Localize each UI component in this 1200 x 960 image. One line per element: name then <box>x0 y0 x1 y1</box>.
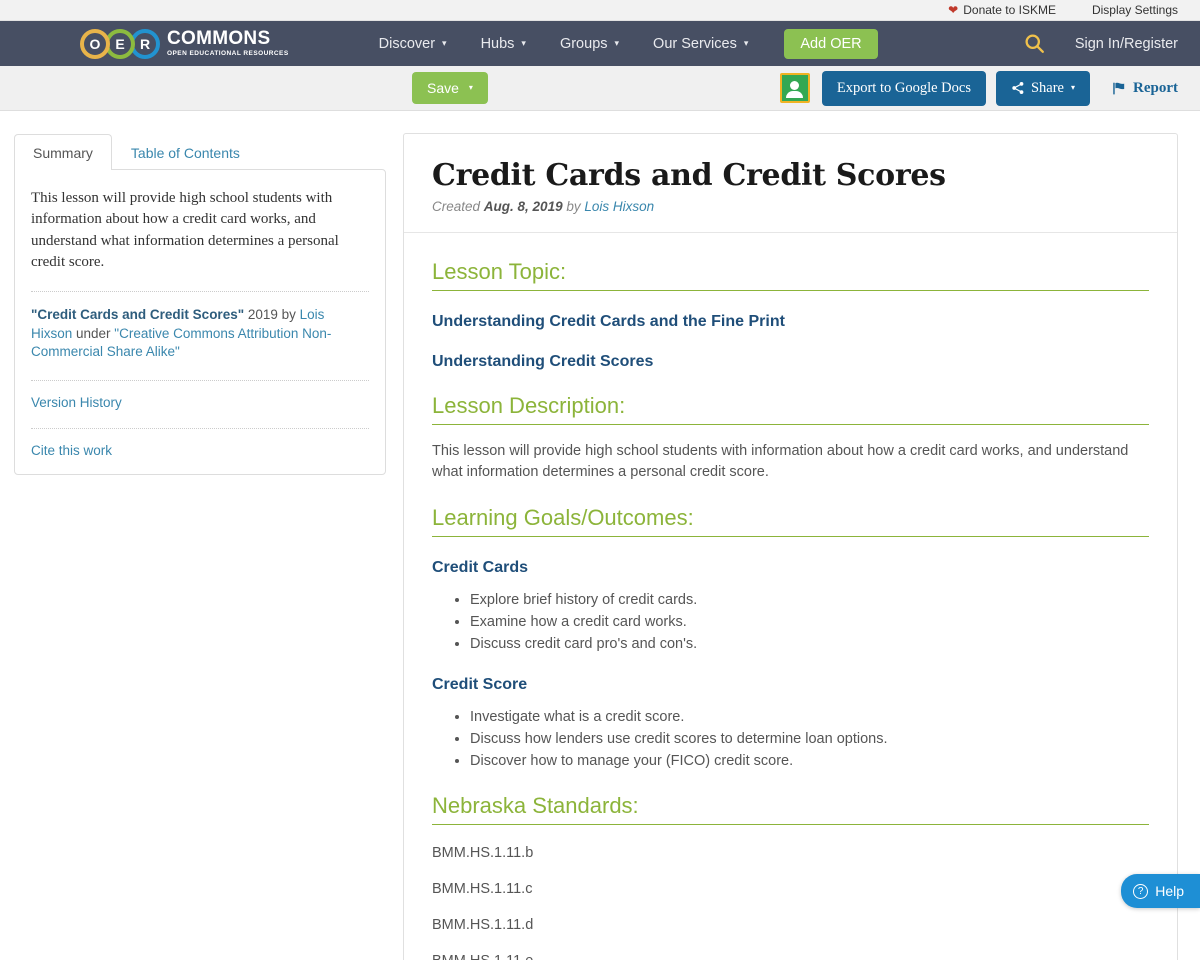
question-mark-icon: ? <box>1133 883 1149 899</box>
list-item: Discuss how lenders use credit scores to… <box>470 729 1149 749</box>
document-header: Credit Cards and Credit Scores Created A… <box>404 134 1177 233</box>
brand-tagline: OPEN EDUCATIONAL RESOURCES <box>167 50 289 58</box>
chevron-down-icon: ▾ <box>521 38 526 48</box>
nav-item-groups[interactable]: Groups ▾ <box>560 36 619 52</box>
brand-text: COMMONS OPEN EDUCATIONAL RESOURCES <box>167 29 289 58</box>
classroom-base-glyph <box>788 95 802 97</box>
list-item: Explore brief history of credit cards. <box>470 590 1149 610</box>
nav-label-groups: Groups <box>559 35 608 52</box>
subheading-understanding-credit-cards: Understanding Credit Cards and the Fine … <box>432 313 785 330</box>
tab-summary[interactable]: Summary <box>14 134 112 170</box>
lesson-description-paragraph: This lesson will provide high school stu… <box>432 443 1129 481</box>
attribution-title: "Credit Cards and Credit Scores" <box>31 307 245 323</box>
document-card: Credit Cards and Credit Scores Created A… <box>403 133 1178 960</box>
help-label: Help <box>1155 883 1184 899</box>
share-icon <box>1011 81 1025 95</box>
heart-icon: ❤ <box>948 3 959 17</box>
standard-item: BMM.HS.1.11.c <box>432 881 533 898</box>
save-button[interactable]: Save ▾ <box>412 72 488 104</box>
oer-commons-logo[interactable]: O E R COMMONS OPEN EDUCATIONAL RESOURCES <box>80 28 289 59</box>
nav-label-discover: Discover <box>378 35 436 52</box>
list-item: Discover how to manage your (FICO) credi… <box>470 751 1149 771</box>
google-classroom-icon[interactable] <box>779 73 810 103</box>
section-heading-lesson-topic: Lesson Topic: <box>432 259 1149 291</box>
sidebar: Summary Table of Contents This lesson wi… <box>14 133 386 476</box>
document-author-link[interactable]: Lois Hixson <box>584 199 654 214</box>
main-navbar: O E R COMMONS OPEN EDUCATIONAL RESOURCES… <box>0 21 1200 66</box>
export-to-google-docs-button[interactable]: Export to Google Docs <box>821 70 986 106</box>
donate-label: Donate to ISKME <box>963 3 1056 17</box>
report-link[interactable]: Report <box>1112 80 1178 97</box>
subheading-credit-cards: Credit Cards <box>432 559 529 577</box>
page-title: Credit Cards and Credit Scores <box>432 158 946 193</box>
list-item: Examine how a credit card works. <box>470 612 1149 632</box>
search-icon[interactable] <box>1024 33 1045 54</box>
cite-this-work-link[interactable]: Cite this work <box>31 443 369 458</box>
list-item: Discuss credit card pro's and con's. <box>470 634 1149 654</box>
flag-icon <box>1112 81 1127 96</box>
nav-item-our-services[interactable]: Our Services ▾ <box>653 36 748 52</box>
summary-description: This lesson will provide high school stu… <box>31 190 339 270</box>
chevron-down-icon: ▾ <box>442 38 447 48</box>
section-heading-nebraska-standards: Nebraska Standards: <box>432 793 1149 826</box>
display-settings-link[interactable]: Display Settings <box>1092 3 1178 17</box>
chevron-down-icon: ▾ <box>468 83 473 92</box>
by-label: by <box>566 199 581 214</box>
attribution-year: 2019 by <box>244 307 300 323</box>
nav-label-hubs: Hubs <box>480 35 515 52</box>
sign-in-register-link[interactable]: Sign In/Register <box>1075 36 1178 52</box>
donate-to-iskme-link[interactable]: ❤ Donate to ISKME <box>948 3 1056 17</box>
logo-letter-o: O <box>80 28 110 59</box>
action-bar-right: Export to Google Docs Share ▾ Report <box>779 70 1178 106</box>
chevron-down-icon: ▾ <box>1070 83 1075 92</box>
standard-item: BMM.HS.1.11.b <box>432 845 534 862</box>
utility-bar: ❤ Donate to ISKME Display Settings <box>0 0 1200 21</box>
brand-name: COMMONS <box>167 28 271 50</box>
navbar-right: Sign In/Register <box>1024 33 1178 54</box>
standard-item: BMM.HS.1.11.d <box>432 917 534 934</box>
logo-circles: O E R <box>80 28 160 59</box>
action-bar: Save ▾ Export to Google Docs Share ▾ Rep… <box>0 66 1200 111</box>
share-button[interactable]: Share ▾ <box>995 70 1090 106</box>
subheading-credit-score: Credit Score <box>432 676 528 694</box>
divider <box>31 428 369 430</box>
add-oer-button[interactable]: Add OER <box>784 28 878 59</box>
sidebar-tabs: Summary Table of Contents <box>14 133 386 170</box>
credit-cards-goal-list: Explore brief history of credit cards. E… <box>432 590 1149 654</box>
summary-panel: This lesson will provide high school stu… <box>14 169 386 476</box>
standard-item: BMM.HS.1.11.e <box>432 953 1149 960</box>
attribution-under: under <box>72 325 115 341</box>
tab-table-of-contents[interactable]: Table of Contents <box>112 134 259 170</box>
divider <box>31 291 369 293</box>
nav-label-our-services: Our Services <box>653 35 737 52</box>
help-button[interactable]: ? Help <box>1121 874 1200 908</box>
attribution-block: "Credit Cards and Credit Scores" 2019 by… <box>31 306 369 362</box>
document-meta: Created Aug. 8, 2019 by Lois Hixson <box>432 199 1149 214</box>
created-label: Created <box>432 199 481 214</box>
version-history-link[interactable]: Version History <box>31 395 369 410</box>
subheading-understanding-credit-scores: Understanding Credit Scores <box>432 353 654 370</box>
section-heading-lesson-description: Lesson Description: <box>432 393 1149 425</box>
divider <box>31 380 369 382</box>
list-item: Investigate what is a credit score. <box>470 707 1149 727</box>
chevron-down-icon: ▾ <box>614 38 620 48</box>
nav-item-discover[interactable]: Discover ▾ <box>379 36 447 52</box>
nav-menu: Discover ▾ Hubs ▾ Groups ▾ Our Services … <box>379 28 878 59</box>
document-body: Lesson Topic: Understanding Credit Cards… <box>404 233 1177 960</box>
page-container: Summary Table of Contents This lesson wi… <box>0 111 1200 960</box>
report-label: Report <box>1133 79 1178 96</box>
credit-score-goal-list: Investigate what is a credit score. Disc… <box>432 707 1149 771</box>
section-heading-learning-goals: Learning Goals/Outcomes: <box>432 505 1149 538</box>
nav-item-hubs[interactable]: Hubs ▾ <box>481 36 526 52</box>
save-label: Save <box>427 80 459 96</box>
created-date: Aug. 8, 2019 <box>483 199 563 214</box>
classroom-person-glyph <box>786 81 804 98</box>
share-label: Share <box>1030 79 1064 96</box>
chevron-down-icon: ▾ <box>743 38 749 48</box>
